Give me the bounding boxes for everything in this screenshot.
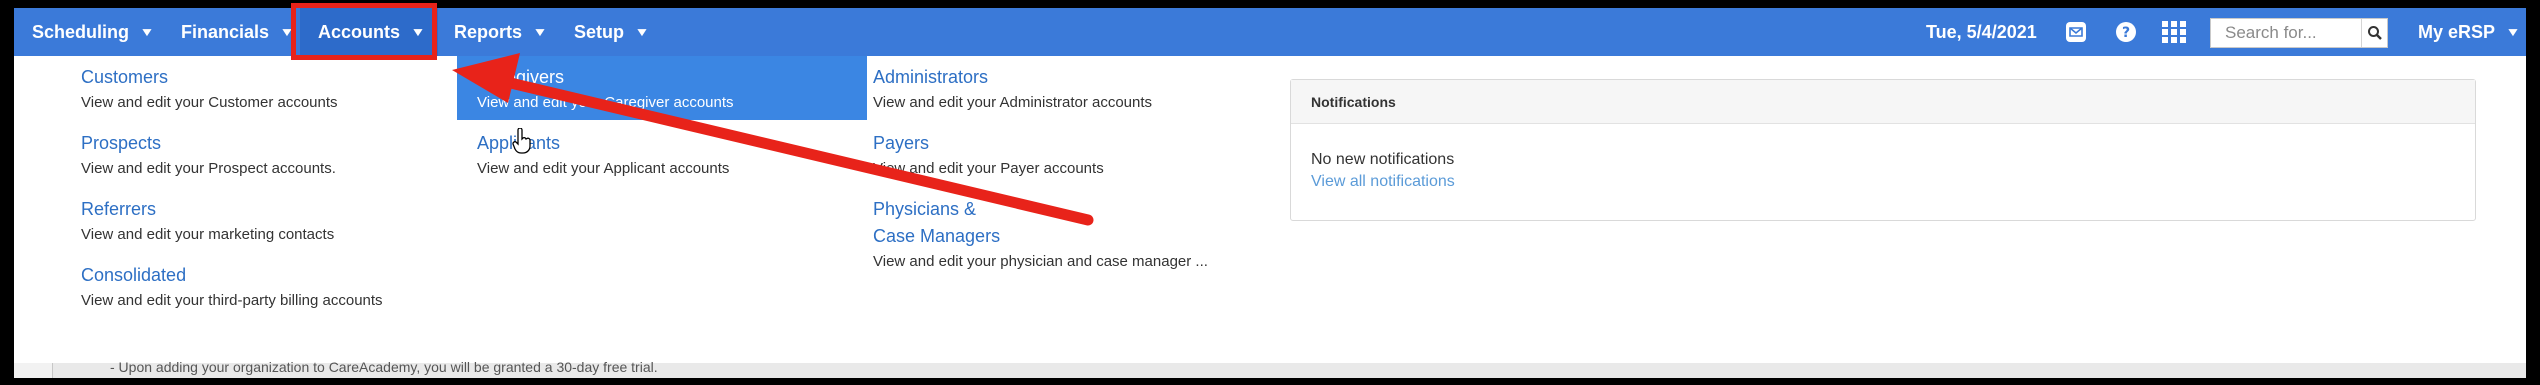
menu-item-desc: View and edit your marketing contacts	[81, 226, 335, 243]
menu-item-title: Referrers	[81, 199, 157, 219]
nav-scheduling[interactable]: Scheduling ▼	[32, 8, 155, 56]
current-date: Tue, 5/4/2021	[1926, 22, 2037, 42]
menu-item-title: Consolidated	[81, 265, 187, 285]
user-menu[interactable]: My eRSP ▼	[2418, 8, 2521, 56]
view-all-notifications-link[interactable]: View all notifications	[1311, 173, 1455, 191]
search-box	[2210, 18, 2388, 48]
chevron-down-icon: ▼	[410, 25, 426, 39]
menu-item-title: Physicians &	[873, 199, 977, 219]
mail-icon[interactable]	[2064, 20, 2088, 44]
nav-reports[interactable]: Reports ▼	[454, 8, 548, 56]
notifications-panel: Notifications No new notifications View …	[1290, 79, 2476, 221]
menu-item-desc: View and edit your Prospect accounts.	[81, 160, 336, 177]
menu-item-consolidated[interactable]: Consolidated View and edit your third-pa…	[81, 264, 383, 311]
nav-financials-label: Financials	[181, 21, 270, 42]
menu-item-administrators[interactable]: Administrators View and edit your Admini…	[873, 66, 1152, 113]
hand-cursor-icon	[512, 127, 532, 159]
menu-item-title: Prospects	[81, 133, 162, 153]
nav-reports-label: Reports	[454, 21, 523, 42]
menu-item-title: Payers	[873, 133, 930, 153]
accounts-dropdown: Customers View and edit your Customer ac…	[14, 56, 2526, 363]
nav-accounts-label: Accounts	[318, 21, 401, 42]
menu-item-physicians-case-managers[interactable]: Physicians & Case Managers View and edit…	[873, 198, 1208, 272]
svg-text:?: ?	[2122, 25, 2130, 41]
search-input[interactable]	[2211, 19, 2361, 47]
background-page-text: - Upon adding your organization to CareA…	[110, 359, 658, 375]
menu-item-desc: View and edit your third-party billing a…	[81, 292, 383, 309]
menu-item-customers[interactable]: Customers View and edit your Customer ac…	[81, 66, 338, 113]
menu-item-prospects[interactable]: Prospects View and edit your Prospect ac…	[81, 132, 336, 179]
nav-setup-label: Setup	[574, 21, 625, 42]
nav-scheduling-label: Scheduling	[32, 21, 130, 42]
chevron-down-icon: ▼	[139, 25, 155, 39]
menu-item-title: Customers	[81, 67, 169, 87]
search-icon	[2367, 26, 2382, 40]
menu-item-title: Caregivers	[477, 67, 565, 87]
chevron-down-icon: ▼	[279, 25, 295, 39]
menu-item-desc: View and edit your Administrator account…	[873, 94, 1153, 111]
app-window: Scheduling ▼ Financials ▼ Accounts ▼ Rep…	[14, 8, 2526, 378]
chevron-down-icon: ▼	[532, 25, 548, 39]
menu-item-desc: View and edit your Applicant accounts	[477, 160, 730, 177]
chevron-down-icon: ▼	[2505, 25, 2521, 39]
menu-item-desc: View and edit your Caregiver accounts	[477, 94, 734, 111]
menu-item-title: Case Managers	[873, 226, 1001, 246]
nav-accounts[interactable]: Accounts ▼	[300, 8, 438, 56]
menu-item-referrers[interactable]: Referrers View and edit your marketing c…	[81, 198, 334, 245]
menu-item-desc: View and edit your physician and case ma…	[873, 253, 1208, 270]
notifications-heading: Notifications	[1291, 80, 2475, 124]
nav-financials[interactable]: Financials ▼	[181, 8, 295, 56]
menu-item-caregivers[interactable]: Caregivers View and edit your Caregiver …	[457, 56, 867, 120]
nav-setup[interactable]: Setup ▼	[574, 8, 650, 56]
apps-grid-icon[interactable]	[2162, 20, 2186, 44]
help-icon[interactable]: ?	[2114, 20, 2138, 44]
user-menu-label: My eRSP	[2418, 21, 2496, 42]
search-button[interactable]	[2361, 19, 2387, 47]
notifications-empty-text: No new notifications	[1311, 151, 1455, 168]
menu-item-payers[interactable]: Payers View and edit your Payer accounts	[873, 132, 1104, 179]
top-nav-bar: Scheduling ▼ Financials ▼ Accounts ▼ Rep…	[14, 8, 2526, 56]
menu-item-title: Administrators	[873, 67, 989, 87]
menu-item-desc: View and edit your Customer accounts	[81, 94, 338, 111]
menu-item-desc: View and edit your Payer accounts	[873, 160, 1104, 177]
chevron-down-icon: ▼	[634, 25, 650, 39]
